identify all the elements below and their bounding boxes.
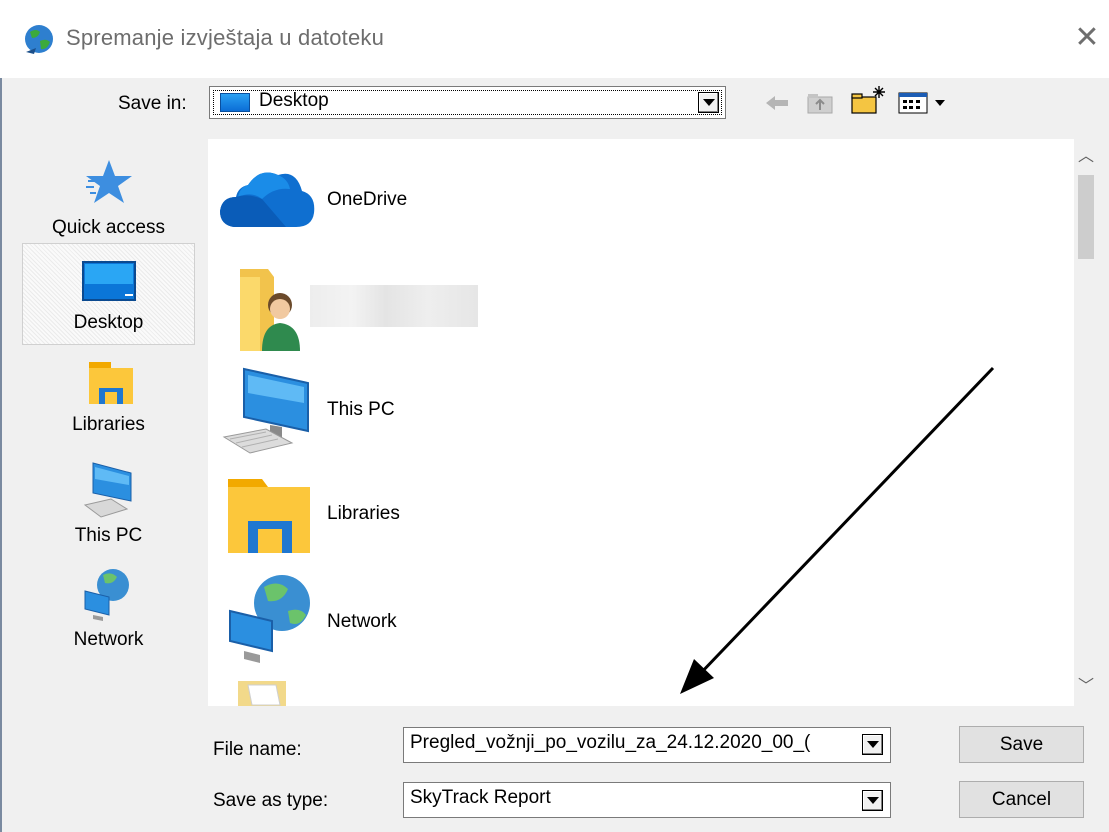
computer-icon	[83, 462, 131, 518]
place-libraries[interactable]: Libraries	[22, 354, 195, 454]
window-title: Spremanje izvještaja u datoteku	[66, 25, 385, 50]
up-folder-icon[interactable]	[805, 89, 835, 115]
save-in-label: Save in:	[118, 93, 187, 114]
folder-icon	[238, 681, 286, 706]
place-network[interactable]: Network	[22, 563, 195, 663]
vertical-scrollbar[interactable]: ︿ ﹀	[1074, 139, 1109, 706]
network-icon	[84, 569, 129, 621]
place-label: This PC	[74, 525, 143, 546]
file-name: Network	[327, 611, 397, 632]
back-arrow-icon[interactable]	[764, 92, 790, 114]
file-name-label: File name:	[213, 739, 302, 760]
place-label: Desktop	[73, 312, 144, 333]
file-name: OneDrive	[327, 189, 408, 210]
file-name: Libraries	[327, 503, 400, 524]
scrollbar-thumb[interactable]	[1078, 175, 1094, 259]
desktop-icon	[220, 93, 250, 112]
place-label: Libraries	[72, 414, 145, 435]
places-bar: Quick access Desktop Libraries This PC N…	[20, 139, 197, 684]
place-desktop[interactable]: Desktop	[22, 243, 195, 345]
save-in-dropdown[interactable]: Desktop	[209, 86, 726, 119]
place-label: Network	[73, 629, 144, 650]
place-label: Quick access	[52, 217, 165, 238]
libraries-folder-icon	[228, 479, 310, 553]
file-name: This PC	[327, 399, 395, 420]
window-left-border	[0, 0, 2, 832]
place-this-pc[interactable]: This PC	[22, 457, 195, 557]
file-list[interactable]: OneDrive This PC Libraries Network	[208, 139, 1074, 706]
scroll-down-icon[interactable]: ﹀	[1074, 675, 1098, 699]
list-item-this-pc[interactable]: This PC	[208, 355, 908, 455]
scroll-up-icon[interactable]: ︿	[1074, 145, 1098, 169]
list-item-user-folder[interactable]	[208, 249, 908, 351]
file-name-input[interactable]: Pregled_vožnji_po_vozilu_za_24.12.2020_0…	[403, 727, 891, 763]
desktop-icon	[81, 261, 136, 301]
star-icon	[85, 160, 132, 203]
list-item-onedrive[interactable]: OneDrive	[208, 147, 908, 247]
user-folder-icon	[240, 269, 300, 351]
onedrive-cloud-icon	[220, 172, 315, 227]
view-menu-icon[interactable]	[897, 91, 953, 115]
save-type-value: SkyTrack Report	[410, 787, 551, 808]
new-folder-icon[interactable]	[849, 84, 887, 116]
save-button[interactable]: Save	[959, 726, 1084, 763]
save-in-value: Desktop	[259, 90, 329, 111]
redacted-name	[310, 285, 478, 327]
place-quick-access[interactable]: Quick access	[22, 147, 195, 247]
app-globe-icon	[25, 25, 53, 54]
libraries-icon	[88, 362, 133, 404]
cancel-button[interactable]: Cancel	[959, 781, 1084, 818]
save-type-dropdown-button[interactable]	[862, 790, 883, 811]
save-in-dropdown-button[interactable]	[698, 92, 719, 113]
network-globe-icon	[229, 575, 310, 663]
list-item-folder[interactable]	[208, 677, 908, 706]
file-name-dropdown-button[interactable]	[862, 734, 883, 755]
list-item-libraries[interactable]: Libraries	[208, 465, 908, 565]
file-name-value: Pregled_vožnji_po_vozilu_za_24.12.2020_0…	[410, 732, 811, 753]
list-item-network[interactable]: Network	[208, 571, 908, 671]
save-type-label: Save as type:	[213, 790, 329, 811]
computer-icon	[222, 367, 309, 454]
title-bar: Spremanje izvještaja u datoteku ✕	[0, 0, 1109, 78]
close-button[interactable]: ✕	[1070, 20, 1104, 56]
save-type-select[interactable]: SkyTrack Report	[403, 782, 891, 818]
